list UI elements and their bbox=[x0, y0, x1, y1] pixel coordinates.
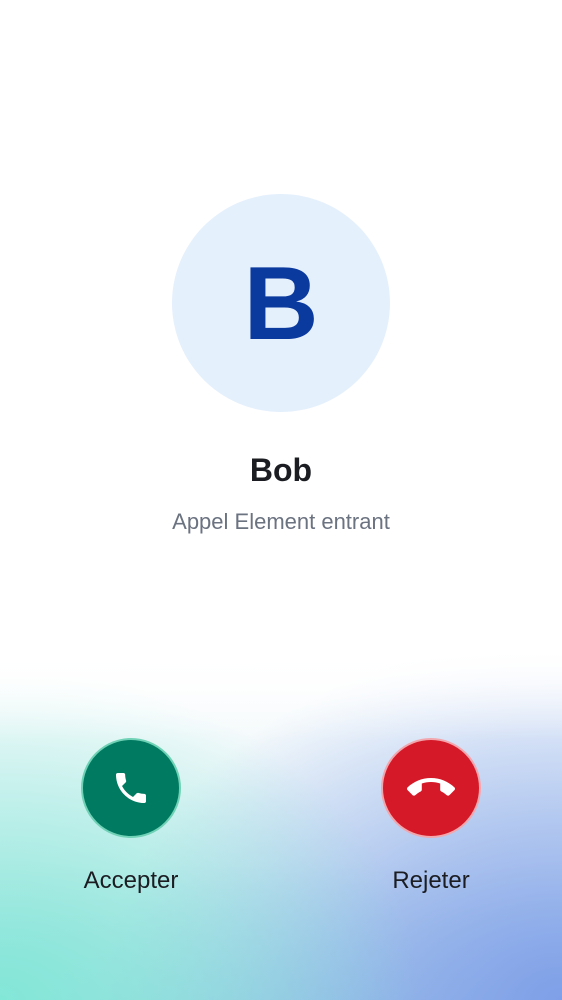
avatar-initial: B bbox=[243, 246, 319, 362]
phone-hangup-icon bbox=[407, 764, 455, 812]
incoming-call-screen: B Bob Appel Element entrant Accepter Rej… bbox=[0, 0, 562, 1000]
call-status-text: Appel Element entrant bbox=[172, 509, 390, 534]
background-gradient-fade bbox=[0, 650, 562, 740]
phone-icon bbox=[111, 768, 151, 808]
reject-call-action: Rejeter bbox=[341, 738, 521, 908]
accept-call-button[interactable] bbox=[81, 738, 181, 838]
reject-call-button[interactable] bbox=[381, 738, 481, 838]
accept-call-action: Accepter bbox=[41, 738, 221, 908]
reject-call-label: Rejeter bbox=[392, 867, 470, 894]
caller-name: Bob bbox=[249, 452, 313, 488]
accept-call-label: Accepter bbox=[83, 867, 179, 894]
avatar: B bbox=[172, 194, 390, 412]
